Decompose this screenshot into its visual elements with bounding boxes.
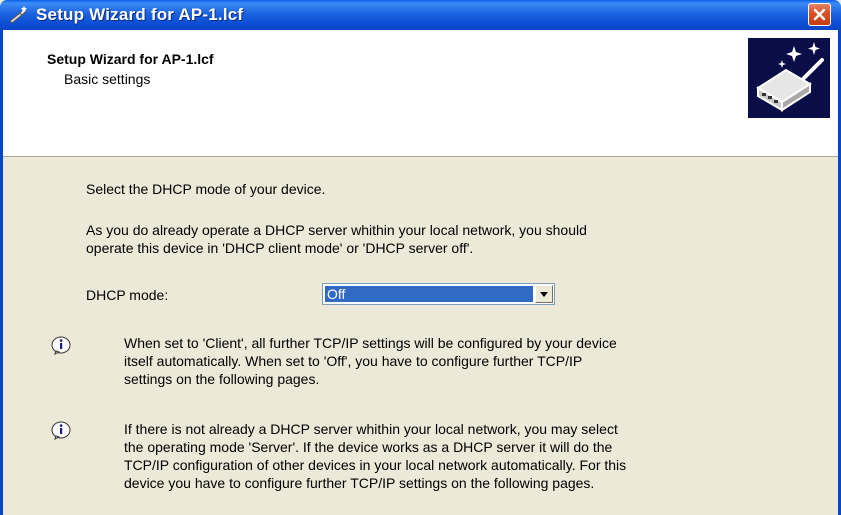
advice-text-line2: operate this device in 'DHCP client mode…	[86, 240, 474, 256]
dhcp-mode-value: Off	[324, 285, 534, 303]
wizard-wand-icon	[9, 6, 27, 24]
info1-line2: itself automatically. When set to 'Off',…	[124, 353, 583, 369]
info1-line1: When set to 'Client', all further TCP/IP…	[124, 335, 617, 351]
info1-line3: settings on the following pages.	[124, 371, 320, 387]
window-title: Setup Wizard for AP-1.lcf	[36, 5, 244, 24]
info2-line3: TCP/IP configuration of other devices in…	[124, 457, 627, 473]
info2-line2: the operating mode 'Server'. If the devi…	[124, 439, 613, 455]
wizard-device-icon	[748, 38, 830, 118]
wizard-header	[3, 30, 838, 157]
title-bar[interactable]: Setup Wizard for AP-1.lcf	[0, 0, 841, 30]
advice-text-line1: As you do already operate a DHCP server …	[86, 222, 587, 238]
dhcp-mode-select[interactable]: Off	[322, 283, 555, 305]
header-subtitle: Basic settings	[64, 71, 151, 87]
intro-text: Select the DHCP mode of your device.	[86, 181, 326, 197]
dhcp-mode-label: DHCP mode:	[86, 287, 169, 303]
chevron-down-icon	[540, 292, 548, 297]
info-icon	[51, 336, 71, 355]
dropdown-arrow-button[interactable]	[535, 285, 553, 303]
info-icon	[51, 421, 71, 440]
header-title: Setup Wizard for AP-1.lcf	[47, 51, 214, 67]
close-icon	[813, 8, 826, 21]
close-button[interactable]	[808, 3, 831, 26]
info2-line1: If there is not already a DHCP server wh…	[124, 421, 618, 437]
info2-line4: device you have to configure further TCP…	[124, 475, 595, 491]
